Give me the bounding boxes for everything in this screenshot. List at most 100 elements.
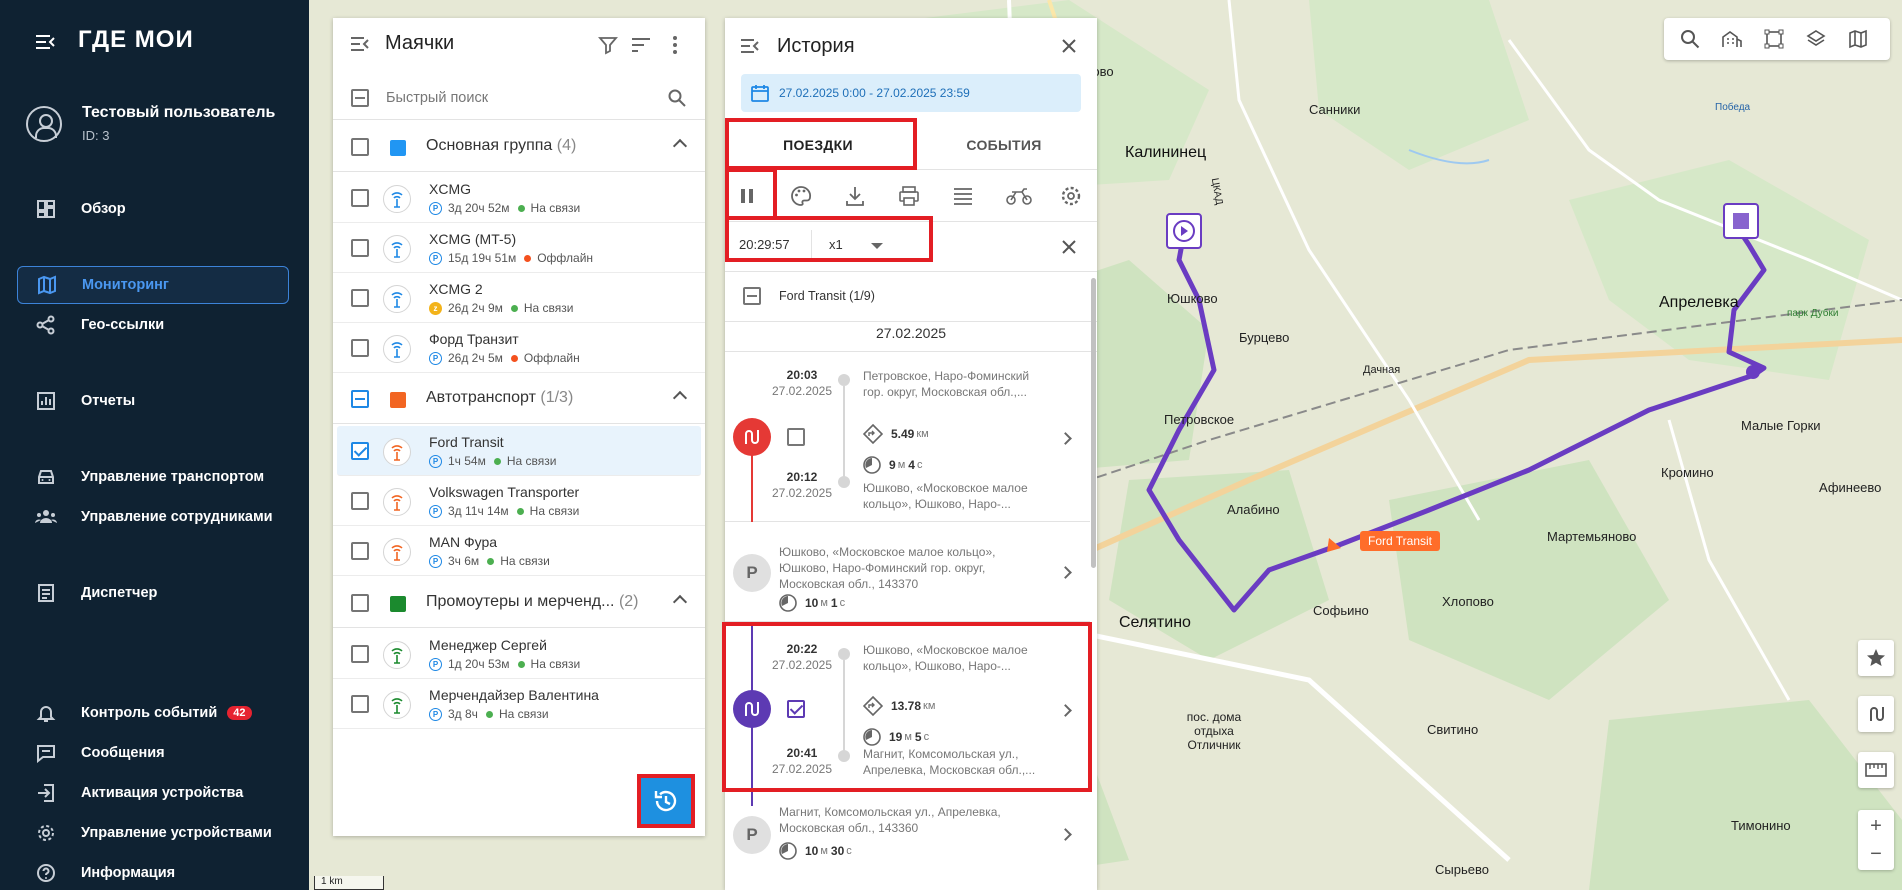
buildings-icon[interactable] <box>1720 27 1744 51</box>
nav-transport[interactable]: Управление транспортом <box>17 458 289 496</box>
trip-checkbox[interactable] <box>787 700 805 718</box>
layers-icon[interactable] <box>1804 27 1828 51</box>
select-all-checkbox[interactable] <box>351 89 369 107</box>
zoom-in-icon[interactable]: + <box>1870 812 1882 840</box>
filter-icon[interactable] <box>597 34 619 56</box>
device-row[interactable]: MAN Фура P 3ч 6м На связи <box>333 526 705 576</box>
nav-device-management[interactable]: Управление устройствами <box>17 814 289 852</box>
car-icon <box>35 467 57 487</box>
route-icon[interactable] <box>1858 696 1894 732</box>
user-profile[interactable]: Тестовый пользователь ID: 3 <box>24 102 294 152</box>
trip-start-date: 27.02.2025 <box>771 658 833 672</box>
tab-trips[interactable]: ПОЕЗДКИ <box>725 120 911 170</box>
more-options-icon[interactable] <box>669 34 681 56</box>
group-transport[interactable]: Автотранспорт (1/3) <box>333 374 705 424</box>
device-checkbox[interactable] <box>351 442 369 460</box>
nav-overview[interactable]: Обзор <box>17 190 289 228</box>
chevron-right-icon[interactable] <box>1059 432 1072 445</box>
group-main[interactable]: Основная группа (4) <box>333 122 705 172</box>
device-row[interactable]: Форд Транзит P 26д 2ч 5м Оффлайн <box>333 323 705 373</box>
print-icon[interactable] <box>897 184 921 208</box>
status-dot <box>510 354 518 362</box>
device-row[interactable]: Volkswagen Transporter P 3д 11ч 14м На свя… <box>333 476 705 526</box>
device-row[interactable]: Мерчендайзер Валентина P 3д 8ч На связи <box>333 679 705 729</box>
collapse-panel-icon[interactable] <box>349 34 371 54</box>
device-row[interactable]: XCMG 2 z 26д 2ч 9м На связи <box>333 273 705 323</box>
favorite-star-icon[interactable] <box>1858 640 1894 676</box>
nav-information[interactable]: Информация <box>17 854 289 890</box>
group-checkbox[interactable] <box>351 390 369 408</box>
parking-entry[interactable]: P Юшково, «Московское малое кольцо», Юшк… <box>725 522 1090 622</box>
nav-reports[interactable]: Отчеты <box>17 382 289 420</box>
device-row-selected[interactable]: Ford Transit P 1ч 54м На связи <box>337 426 701 476</box>
collapse-panel-icon[interactable] <box>739 36 761 56</box>
ruler-icon[interactable] <box>1858 752 1894 788</box>
device-row[interactable]: Менеджер Сергей P 1д 20ч 53м На связи <box>333 629 705 679</box>
chevron-up-icon[interactable] <box>672 594 688 610</box>
device-checkbox[interactable] <box>351 492 369 510</box>
chevron-right-icon[interactable] <box>1059 828 1072 841</box>
chevron-up-icon[interactable] <box>672 138 688 154</box>
nav-label: Информация <box>81 865 176 881</box>
zoom-out-icon[interactable]: − <box>1870 840 1882 868</box>
chevron-right-icon[interactable] <box>1059 566 1072 579</box>
download-icon[interactable] <box>843 184 867 208</box>
menu-collapse-icon[interactable] <box>34 32 56 52</box>
device-checkbox[interactable] <box>351 289 369 307</box>
trip-date: 27.02.2025 <box>725 322 1097 352</box>
trip-entry[interactable]: 20:03 27.02.2025 Петровское, Наро-Фоминс… <box>725 352 1090 522</box>
group-checkbox[interactable] <box>351 138 369 156</box>
device-checkbox[interactable] <box>351 695 369 713</box>
map-icon <box>36 275 58 295</box>
device-row[interactable]: XCMG P 3д 20ч 52м На связи <box>333 173 705 223</box>
history-button[interactable] <box>637 774 695 828</box>
playback-time[interactable]: 20:29:57 <box>739 237 790 252</box>
device-checkbox[interactable] <box>351 339 369 357</box>
nav-employees[interactable]: Управление сотрудниками <box>17 498 289 536</box>
date-range-picker[interactable]: 27.02.2025 0:00 - 27.02.2025 23:59 <box>741 74 1081 112</box>
map-label: Апрелевка <box>1659 294 1739 311</box>
group-promoters[interactable]: Промоутеры и мерченд... (2) <box>333 578 705 628</box>
search-icon[interactable] <box>1678 27 1702 51</box>
pause-icon[interactable] <box>735 184 759 208</box>
chevron-right-icon[interactable] <box>1059 704 1072 717</box>
list-icon[interactable] <box>951 184 975 208</box>
vehicle-label[interactable]: Ford Transit <box>1360 531 1441 551</box>
palette-icon[interactable] <box>789 184 813 208</box>
logo[interactable]: ГДЕ МОИ <box>78 26 194 54</box>
close-icon[interactable] <box>1059 36 1079 56</box>
nav-event-control[interactable]: Контроль событий 42 <box>17 694 289 732</box>
nav-device-activation[interactable]: Активация устройства <box>17 774 289 812</box>
group-checkbox[interactable] <box>351 594 369 612</box>
device-checkbox[interactable] <box>351 239 369 257</box>
device-name: Форд Транзит <box>429 331 519 347</box>
map-label: Бурцево <box>1239 330 1290 345</box>
search-input[interactable] <box>386 87 656 109</box>
nav-messages[interactable]: Сообщения <box>17 734 289 772</box>
nav-dispatcher[interactable]: Диспетчер <box>17 574 289 612</box>
chevron-up-icon[interactable] <box>672 390 688 406</box>
sort-icon[interactable] <box>630 34 652 56</box>
device-checkbox[interactable] <box>351 645 369 663</box>
trip-checkbox[interactable] <box>787 428 805 446</box>
tab-events[interactable]: СОБЫТИЯ <box>911 120 1097 170</box>
history-scrollbar[interactable] <box>1091 278 1096 568</box>
polygon-icon[interactable] <box>1762 27 1786 51</box>
device-status-line: P 26д 2ч 5м Оффлайн <box>429 351 580 365</box>
nav-geo-links[interactable]: Гео-ссылки <box>17 306 289 344</box>
device-checkbox[interactable] <box>351 189 369 207</box>
close-playback-icon[interactable] <box>1059 237 1079 257</box>
settings-icon[interactable] <box>1059 184 1083 208</box>
parking-entry[interactable]: P Магнит, Комсомольская ул., Апрелевка, … <box>725 792 1090 890</box>
device-row[interactable]: XCMG (MT-5) P 15д 19ч 51м Оффлайн <box>333 223 705 273</box>
trip-start-address: Петровское, Наро-Фоминский гор. округ, М… <box>863 369 1030 399</box>
trips-select-all-checkbox[interactable] <box>743 287 761 305</box>
trip-entry-selected[interactable]: 20:22 27.02.2025 Юшково, «Московское мал… <box>725 622 1090 792</box>
map-type-icon[interactable] <box>1846 27 1870 51</box>
search-icon[interactable] <box>667 88 687 108</box>
car-icon[interactable] <box>1005 184 1033 208</box>
nav-monitoring[interactable]: Мониторинг <box>17 266 289 304</box>
zoom-controls: + − <box>1858 810 1894 870</box>
speed-select[interactable]: x1 <box>813 230 893 262</box>
device-checkbox[interactable] <box>351 542 369 560</box>
